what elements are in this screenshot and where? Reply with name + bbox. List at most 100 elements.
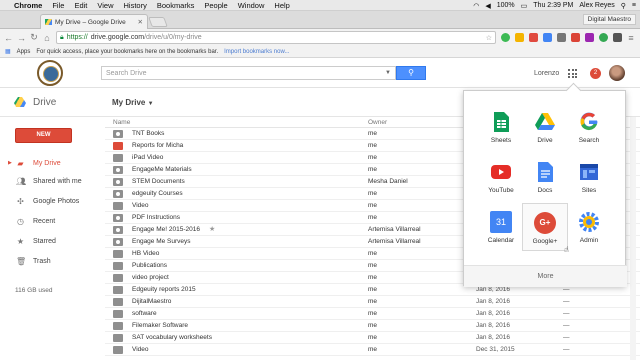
chevron-down-icon: ▼ xyxy=(147,101,154,107)
file-owner: me xyxy=(368,262,378,269)
menu-window[interactable]: Window xyxy=(238,1,265,10)
app-youtube[interactable]: YouTube xyxy=(478,153,524,201)
user-name-link[interactable]: Lorenzo xyxy=(534,70,559,77)
search-icon[interactable]: ⚲ xyxy=(621,2,626,10)
file-size: — xyxy=(563,322,570,329)
clock[interactable]: Thu 2:39 PM xyxy=(533,2,573,9)
sidebar-item-label: Shared with me xyxy=(33,177,82,185)
tab-strip: My Drive – Google Drive ✕ Digital Maestr… xyxy=(0,11,640,29)
app-admin[interactable]: Admin xyxy=(566,203,612,251)
search-input[interactable]: Search Drive ▼ xyxy=(101,66,396,80)
star-icon: ★ xyxy=(16,236,25,246)
new-tab-button[interactable] xyxy=(148,17,168,27)
bookmark-star-icon[interactable]: ☆ xyxy=(486,34,492,42)
menu-help[interactable]: Help xyxy=(274,1,289,10)
file-owner: me xyxy=(368,334,378,341)
storage-usage[interactable]: 116 GB used xyxy=(15,287,52,294)
column-name[interactable]: Name xyxy=(113,119,130,126)
tab-my-drive[interactable]: My Drive – Google Drive ✕ xyxy=(40,14,148,29)
file-owner: me xyxy=(368,142,378,149)
app-menu[interactable]: Chrome xyxy=(14,1,42,10)
column-owner[interactable]: Owner xyxy=(368,119,387,126)
search-button[interactable]: ⚲ xyxy=(396,66,426,80)
file-modified: Dec 31, 2015 xyxy=(476,346,515,353)
app-google-plus[interactable]: G+ Google+ xyxy=(522,203,568,251)
shared-folder-icon xyxy=(113,178,123,186)
sidebar-item-shared[interactable]: 👥︎ Shared with me xyxy=(0,174,105,188)
apps-grid-icon[interactable]: ▦ xyxy=(5,48,11,55)
menu-edit[interactable]: Edit xyxy=(74,1,87,10)
file-name: STEM Documents xyxy=(132,178,185,185)
extension-gray-icon[interactable] xyxy=(557,33,566,42)
user-name[interactable]: Alex Reyes xyxy=(579,2,614,9)
address-bar[interactable]: 🔒︎ https://drive.google.com/drive/u/0/my… xyxy=(56,31,496,44)
menu-view[interactable]: View xyxy=(97,1,113,10)
file-name: Engage Me Surveys xyxy=(132,238,191,245)
close-tab-icon[interactable]: ✕ xyxy=(138,18,143,26)
menu-file[interactable]: File xyxy=(52,1,64,10)
expand-arrow-icon[interactable]: ▶ xyxy=(8,160,12,166)
scrollbar[interactable] xyxy=(630,117,636,360)
sites-icon xyxy=(578,161,600,183)
sidebar-item-recent[interactable]: ◷ Recent xyxy=(0,214,105,228)
extension-dark-icon[interactable] xyxy=(613,33,622,42)
reload-icon[interactable]: ↻ xyxy=(30,32,38,43)
table-row[interactable]: SAT vocabulary worksheets me Jan 8, 2016 — xyxy=(105,332,640,344)
apps-launcher-icon[interactable] xyxy=(568,69,577,78)
file-owner: me xyxy=(368,250,378,257)
sidebar-item-starred[interactable]: ★ Starred xyxy=(0,234,105,248)
app-sites[interactable]: Sites xyxy=(566,153,612,201)
menu-history[interactable]: History xyxy=(124,1,147,10)
file-owner: me xyxy=(368,154,378,161)
file-name: PDF Instructions xyxy=(132,214,181,221)
folder-icon xyxy=(113,262,123,270)
table-row[interactable]: DijitalMaestro me Jan 8, 2016 — xyxy=(105,296,640,308)
bookmarks-apps[interactable]: Apps xyxy=(17,49,31,55)
extension-blue-icon[interactable] xyxy=(543,33,552,42)
menu-list-icon[interactable]: ≡ xyxy=(632,2,636,9)
chrome-menu-icon[interactable]: ≡ xyxy=(627,33,635,43)
forward-icon[interactable]: → xyxy=(17,33,26,43)
wifi-icon[interactable]: ◠ xyxy=(473,2,479,10)
file-owner: Artemisa Villarreal xyxy=(368,226,421,233)
import-bookmarks-link[interactable]: Import bookmarks now... xyxy=(224,49,289,55)
app-docs[interactable]: Docs xyxy=(522,153,568,201)
new-button[interactable]: NEW xyxy=(15,128,72,143)
organization-logo[interactable] xyxy=(37,60,63,86)
battery-level[interactable]: 100% xyxy=(497,2,515,9)
app-calendar[interactable]: 31 Calendar xyxy=(478,203,524,251)
extension-evernote-icon[interactable] xyxy=(599,33,608,42)
sidebar-item-photos[interactable]: ✣ Google Photos xyxy=(0,194,105,208)
shared-folder-icon xyxy=(113,190,123,198)
extension-red-icon[interactable] xyxy=(529,33,538,42)
star-icon[interactable]: ★ xyxy=(209,225,215,233)
app-label: Sheets xyxy=(490,137,512,144)
app-drive[interactable]: Drive xyxy=(522,103,568,151)
sidebar-item-label: Google Photos xyxy=(33,197,80,205)
avatar[interactable] xyxy=(609,65,625,81)
profile-button[interactable]: Digital Maestro xyxy=(582,14,636,25)
file-owner: me xyxy=(368,166,378,173)
drive-logo-icon xyxy=(14,97,26,107)
extension-green-icon[interactable] xyxy=(501,33,510,42)
table-row[interactable]: Filemaker Software me Jan 8, 2016 — xyxy=(105,320,640,332)
sidebar-item-trash[interactable]: 🗑︎ Trash xyxy=(0,254,105,268)
sidebar-item-my-drive[interactable]: ▶ ▰ My Drive xyxy=(0,156,105,170)
extension-purple-icon[interactable] xyxy=(585,33,594,42)
location-dropdown[interactable]: My Drive ▼ xyxy=(112,98,154,107)
back-icon[interactable]: ← xyxy=(4,33,13,43)
more-apps-button[interactable]: More xyxy=(464,265,627,287)
app-search[interactable]: Search xyxy=(566,103,612,151)
extension-gmail-icon[interactable] xyxy=(571,33,580,42)
clock-icon: ◷ xyxy=(17,216,24,226)
table-row[interactable]: Video me Dec 31, 2015 — xyxy=(105,344,640,356)
app-sheets[interactable]: Sheets xyxy=(478,103,524,151)
table-row[interactable]: software me Jan 8, 2016 — xyxy=(105,308,640,320)
notifications-badge[interactable]: 2 xyxy=(590,68,601,79)
volume-icon[interactable]: ◀ xyxy=(485,2,490,10)
menu-people[interactable]: People xyxy=(204,1,227,10)
menu-bookmarks[interactable]: Bookmarks xyxy=(157,1,195,10)
extension-yellow-icon[interactable] xyxy=(515,33,524,42)
home-icon[interactable]: ⌂ xyxy=(43,33,51,43)
search-options-caret-icon[interactable]: ▼ xyxy=(385,70,391,76)
